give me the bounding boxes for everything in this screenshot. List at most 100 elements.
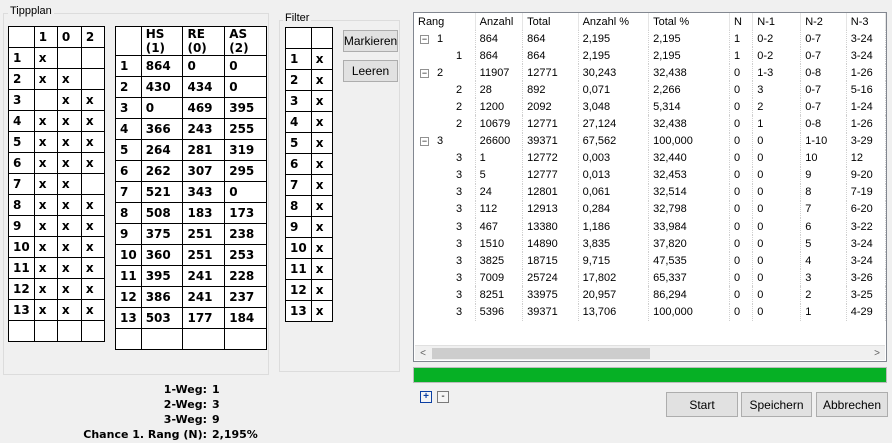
- tippplan-cell: x: [33, 278, 58, 300]
- results-row[interactable]: 3 112 12913 0,284 32,798 0 0 7 6-20: [414, 200, 886, 219]
- tippplan-row[interactable]: 8xxx: [8, 194, 106, 216]
- save-button[interactable]: Speichern: [741, 392, 812, 417]
- quoten-row[interactable]: 8 508 183 173: [115, 202, 267, 224]
- tippplan-row[interactable]: 5xxx: [8, 131, 106, 153]
- collapse-node-icon[interactable]: −: [420, 68, 429, 78]
- filter-row[interactable]: 6x: [285, 153, 334, 175]
- tippplan-row[interactable]: 12 x x x: [8, 278, 106, 300]
- tippplan-cell: x: [80, 257, 106, 279]
- quoten-row[interactable]: 6 262 307 295: [115, 160, 267, 182]
- clear-button[interactable]: Leeren: [343, 60, 398, 82]
- quoten-grid[interactable]: HS (1) RE (0) AS (2) 1 864 0 0 2 430 434 0 3 0 469 395…: [115, 26, 267, 350]
- results-row[interactable]: 3 24 12801 0,061 32,514 0 0 8 7-19: [414, 183, 886, 201]
- tippplan-row[interactable]: 10 x x x: [8, 236, 106, 258]
- results-column-header[interactable]: Total: [522, 13, 579, 30]
- scroll-right-icon[interactable]: >: [869, 346, 885, 361]
- quoten-row[interactable]: 12 386 241 237: [115, 286, 267, 308]
- filter-cell: x: [310, 153, 334, 175]
- start-button[interactable]: Start: [666, 392, 738, 417]
- quoten-row[interactable]: [115, 328, 267, 350]
- results-row[interactable]: 3 8251 33975 20,957 86,294 0 0 2 3-25: [414, 286, 886, 304]
- filter-row[interactable]: 8x: [285, 195, 334, 217]
- mark-button[interactable]: Markieren: [343, 30, 398, 52]
- results-rang-cell: −3: [414, 132, 476, 150]
- tippplan-grid[interactable]: 1 0 2 1 x 2 x x 3 x x 4 x x x 5 x x x 6 x x x 7 x x 8 x x x 9 x x x 10 x x x 1…: [8, 26, 106, 342]
- results-cell: 864: [522, 30, 579, 48]
- filter-row[interactable]: 10 x: [285, 237, 334, 259]
- expand-all-button[interactable]: +: [420, 391, 432, 403]
- quoten-row[interactable]: 13 503 177 184: [115, 307, 267, 329]
- scroll-left-icon[interactable]: <: [415, 346, 431, 361]
- results-column-header[interactable]: Anzahl %: [578, 13, 650, 30]
- scroll-thumb[interactable]: [432, 348, 650, 359]
- tippplan-cell: [80, 173, 106, 195]
- filter-row[interactable]: 9x: [285, 216, 334, 238]
- cancel-button[interactable]: Abbrechen: [816, 392, 888, 417]
- tippplan-row[interactable]: 9xxx: [8, 215, 106, 237]
- results-cell: 2,195: [578, 47, 650, 65]
- tippplan-row[interactable]: 1x: [8, 47, 106, 69]
- results-row[interactable]: 2 1200 2092 3,048 5,314 0 2 0-7 1-24: [414, 98, 886, 116]
- quoten-row[interactable]: 4 366 243 255: [115, 118, 267, 140]
- results-row[interactable]: −2 11907 12771 30,243 32,438 0 1-3 0-8 1-26: [414, 64, 886, 82]
- quoten-row[interactable]: 3 0 469 395: [115, 97, 267, 119]
- filter-grid[interactable]: 1 x 2 x 3 x 4 x 5 x 6 x 7 x 8 x 9 x 10 x 11 x 12 x 13 x: [285, 27, 334, 322]
- results-row[interactable]: 3 5 12777 0,013 32,453 0 0 9 9-20: [414, 166, 886, 184]
- horizontal-scrollbar[interactable]: < >: [415, 345, 885, 360]
- quoten-row[interactable]: 11 395 241 228: [115, 265, 267, 287]
- results-row[interactable]: 3 467 13380 1,186 33,984 0 0 6 3-22: [414, 218, 886, 236]
- filter-row[interactable]: 5x: [285, 132, 334, 154]
- filter-row[interactable]: 1x: [285, 48, 334, 70]
- filter-row[interactable]: 12 x: [285, 279, 334, 301]
- collapse-all-button[interactable]: -: [437, 391, 449, 403]
- results-row[interactable]: 2 28 892 0,071 2,266 0 3 0-7 5-16: [414, 81, 886, 99]
- results-row[interactable]: 3 5396 39371 13,706 100,000 0 0 1 4-29: [414, 303, 886, 321]
- results-column-header[interactable]: Rang: [414, 13, 476, 30]
- tippplan-row[interactable]: [8, 320, 106, 342]
- results-column-header[interactable]: N-1: [752, 13, 802, 30]
- quoten-row[interactable]: 1 864 0 0: [115, 55, 267, 77]
- tippplan-row[interactable]: 13 x x x: [8, 299, 106, 321]
- filter-row[interactable]: 11 x: [285, 258, 334, 280]
- results-row[interactable]: −1 864 864 2,195 2,195 1 0-2 0-7 3-24: [414, 30, 886, 48]
- filter-row[interactable]: 13 x: [285, 300, 334, 322]
- quoten-row[interactable]: 9 375 251 238: [115, 223, 267, 245]
- results-column-header[interactable]: Total %: [648, 13, 730, 30]
- results-cell: 1200: [475, 98, 524, 116]
- results-cell: 0: [729, 149, 754, 167]
- results-row[interactable]: 3 1510 14890 3,835 37,820 0 0 5 3-24: [414, 235, 886, 253]
- results-cell: 67,562: [578, 132, 650, 150]
- results-cell: 2: [800, 286, 847, 304]
- quoten-row[interactable]: 2 430 434 0: [115, 76, 267, 98]
- results-row[interactable]: 3 7009 25724 17,802 65,337 0 0 3 3-26: [414, 269, 886, 287]
- tippplan-row[interactable]: 3xx: [8, 89, 106, 111]
- tippplan-row[interactable]: 2xx: [8, 68, 106, 90]
- results-column-header[interactable]: N-2: [800, 13, 847, 30]
- filter-row[interactable]: 7x: [285, 174, 334, 196]
- results-row[interactable]: 1 864 864 2,195 2,195 1 0-2 0-7 3-24: [414, 47, 886, 65]
- collapse-node-icon[interactable]: −: [420, 137, 429, 147]
- results-cell: 0: [752, 149, 802, 167]
- tippplan-row[interactable]: 4xxx: [8, 110, 106, 132]
- quoten-cell: 243: [182, 118, 226, 140]
- quoten-row[interactable]: 7 521 343 0: [115, 181, 267, 203]
- results-cell: 12913: [522, 200, 579, 219]
- filter-row[interactable]: 2x: [285, 69, 334, 91]
- tippplan-row[interactable]: 11 x x x: [8, 257, 106, 279]
- results-row[interactable]: 3 1 12772 0,003 32,440 0 0 10 12: [414, 149, 886, 167]
- quoten-row[interactable]: 5 264 281 319: [115, 139, 267, 161]
- results-cell: 0: [729, 269, 754, 287]
- filter-row[interactable]: 3x: [285, 90, 334, 112]
- results-row[interactable]: −3 26600 39371 67,562 100,000 0 0 1-10 3-29: [414, 132, 886, 150]
- filter-row[interactable]: 4x: [285, 111, 334, 133]
- results-column-header[interactable]: Anzahl: [475, 13, 524, 30]
- tippplan-row[interactable]: 7xx: [8, 173, 106, 195]
- results-column-header[interactable]: N: [729, 13, 754, 30]
- quoten-row[interactable]: 10 360 251 253: [115, 244, 267, 266]
- results-tree[interactable]: Rang Anzahl Total Anzahl % Total % N N-1 N-2 N-3…: [413, 12, 887, 362]
- tippplan-row[interactable]: 6xxx: [8, 152, 106, 174]
- results-column-header[interactable]: N-3: [846, 13, 886, 30]
- results-row[interactable]: 3 3825 18715 9,715 47,535 0 0 4 3-24: [414, 252, 886, 270]
- results-row[interactable]: 2 10679 12771 27,124 32,438 0 1 0-8 1-26: [414, 115, 886, 133]
- collapse-node-icon[interactable]: −: [420, 34, 429, 44]
